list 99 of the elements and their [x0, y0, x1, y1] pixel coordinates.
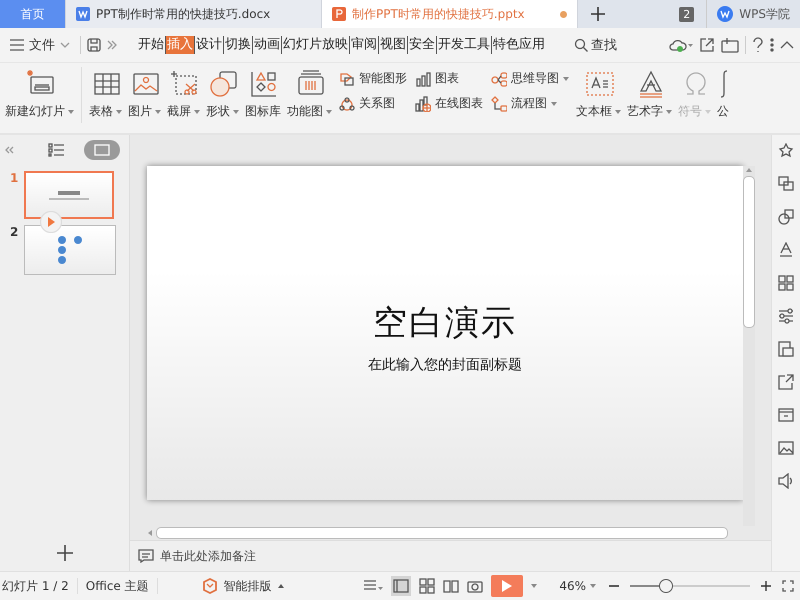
ribbon-button[interactable]: 思维导图 — [491, 69, 569, 88]
archive-icon[interactable] — [778, 407, 794, 423]
slide-thumbnail[interactable] — [24, 171, 114, 219]
switch-icon[interactable] — [778, 176, 794, 192]
relationship-icon — [339, 96, 355, 112]
caret-up-icon — [278, 584, 284, 588]
window-count[interactable]: 2 — [679, 6, 694, 22]
mind-map-icon — [491, 70, 507, 86]
shapes-icon[interactable] — [778, 209, 794, 225]
zoom-in-icon[interactable] — [760, 580, 772, 592]
slide-counter: 幻灯片 1 / 2 — [2, 578, 69, 594]
menu-icon — [10, 39, 24, 51]
scrollbar-thumb[interactable] — [156, 527, 728, 539]
ribbon-tab[interactable]: 特色应用 — [492, 36, 546, 54]
play-icon — [502, 580, 512, 592]
layout-icon[interactable] — [778, 275, 794, 291]
slide-thumbnail[interactable] — [24, 225, 116, 275]
ribbon-button[interactable]: 关系图 — [339, 94, 407, 113]
zoom-level[interactable]: 46% — [559, 579, 586, 593]
ribbon-button[interactable]: 艺术字 — [624, 67, 675, 122]
speaker-icon[interactable] — [778, 473, 794, 489]
picture-icon[interactable] — [778, 440, 794, 456]
normal-view-icon[interactable] — [391, 576, 412, 596]
ribbon-button[interactable]: 智能图形 — [339, 69, 407, 88]
outline-view-icon — [48, 143, 64, 157]
smart-layout-icon — [202, 578, 218, 594]
scroll-up-icon — [746, 168, 752, 172]
ribbon-button[interactable]: 表格 — [86, 67, 125, 122]
wps-logo-icon — [717, 6, 734, 22]
zoom-slider[interactable] — [630, 579, 750, 593]
ribbon-tab[interactable]: 审阅 — [350, 36, 379, 54]
text-style-icon[interactable] — [778, 242, 794, 258]
ribbon-button[interactable]: 文本框 — [573, 67, 624, 122]
account-name[interactable]: WPS学院 — [739, 6, 790, 22]
smart-graphic-icon — [339, 70, 355, 86]
play-badge-icon[interactable] — [40, 211, 62, 233]
share-icon[interactable] — [699, 37, 715, 53]
sliders-icon[interactable] — [778, 308, 794, 324]
slide-number: 1 — [10, 171, 18, 185]
slides-icon — [94, 144, 110, 156]
notes-field[interactable]: 单击此处添加备注 — [160, 548, 256, 564]
add-slide-icon[interactable] — [56, 545, 72, 561]
presentation-icon — [332, 7, 346, 21]
ribbon-button[interactable]: 图片 — [125, 67, 164, 122]
search-button[interactable]: 查找 — [568, 35, 623, 55]
ribbon-button[interactable]: 形状 — [203, 67, 242, 122]
formula-icon — [718, 69, 728, 99]
comment-icon — [138, 549, 154, 563]
scrollbar-thumb[interactable] — [743, 176, 755, 328]
ribbon-tab[interactable]: 幻灯片放映 — [282, 36, 350, 54]
ribbon-tab[interactable]: 动画 — [253, 36, 282, 54]
smart-layout-button[interactable]: 智能排版 — [196, 576, 290, 596]
collaborate-icon[interactable] — [721, 37, 739, 53]
slideshow-button[interactable] — [491, 575, 524, 597]
save-icon[interactable] — [87, 38, 101, 52]
more-options-icon[interactable] — [770, 37, 774, 53]
ribbon-tab[interactable]: 设计 — [195, 36, 224, 54]
ribbon-button[interactable]: 功能图 — [284, 67, 335, 122]
export-icon[interactable] — [778, 374, 794, 390]
grid-view-icon[interactable] — [419, 578, 436, 594]
ribbon-tab[interactable]: 开发工具 — [437, 36, 492, 54]
unsaved-dot — [560, 10, 567, 18]
help-icon[interactable] — [752, 37, 764, 53]
collapse-icon[interactable] — [780, 41, 794, 49]
ribbon-button[interactable]: 在线图表 — [415, 94, 483, 113]
ribbon-tab[interactable]: 视图 — [379, 36, 408, 54]
fit-window-icon[interactable] — [782, 580, 794, 592]
ribbon-button[interactable]: 图表 — [415, 69, 483, 88]
reading-view-icon[interactable] — [443, 578, 460, 594]
online-chart-icon — [415, 96, 431, 112]
document-tab[interactable]: PPT制作时常用的快捷技巧.docx — [66, 0, 322, 28]
ribbon-button[interactable]: 流程图 — [491, 94, 569, 113]
document-icon — [76, 7, 90, 21]
slide-title[interactable]: 空白演示 — [373, 300, 517, 346]
chevron-down-icon — [60, 42, 70, 48]
more-icon[interactable] — [107, 40, 117, 50]
slide-number: 2 — [10, 225, 18, 239]
ribbon-button[interactable]: 公 — [714, 67, 732, 122]
flowchart-icon — [491, 96, 507, 112]
ribbon-button[interactable]: 新建幻灯片 — [2, 67, 77, 122]
shapes-icon — [208, 69, 238, 99]
scroll-left-icon — [148, 530, 152, 536]
cloud-sync-icon[interactable] — [669, 38, 693, 52]
animation-icon[interactable] — [778, 143, 794, 159]
image-gallery-icon[interactable] — [778, 341, 794, 357]
slide-subtitle[interactable]: 在此输入您的封面副标题 — [368, 356, 522, 374]
search-icon — [574, 38, 588, 52]
ribbon-tab[interactable]: 安全 — [408, 36, 437, 54]
caret-icon — [590, 584, 596, 588]
caret-icon — [531, 584, 538, 588]
thumbnail-view-toggle[interactable] — [84, 140, 120, 160]
ribbon-button[interactable]: 截屏 — [164, 67, 203, 122]
bar-chart-icon — [415, 70, 431, 86]
ribbon-button[interactable]: 图标库 — [242, 67, 284, 122]
slider-thumb[interactable] — [659, 579, 673, 593]
plus-icon[interactable] — [591, 7, 605, 21]
ribbon-tab[interactable]: 切换 — [224, 36, 253, 54]
theme-name[interactable]: Office 主题 — [86, 578, 149, 594]
file-menu[interactable]: 文件 — [6, 36, 74, 54]
